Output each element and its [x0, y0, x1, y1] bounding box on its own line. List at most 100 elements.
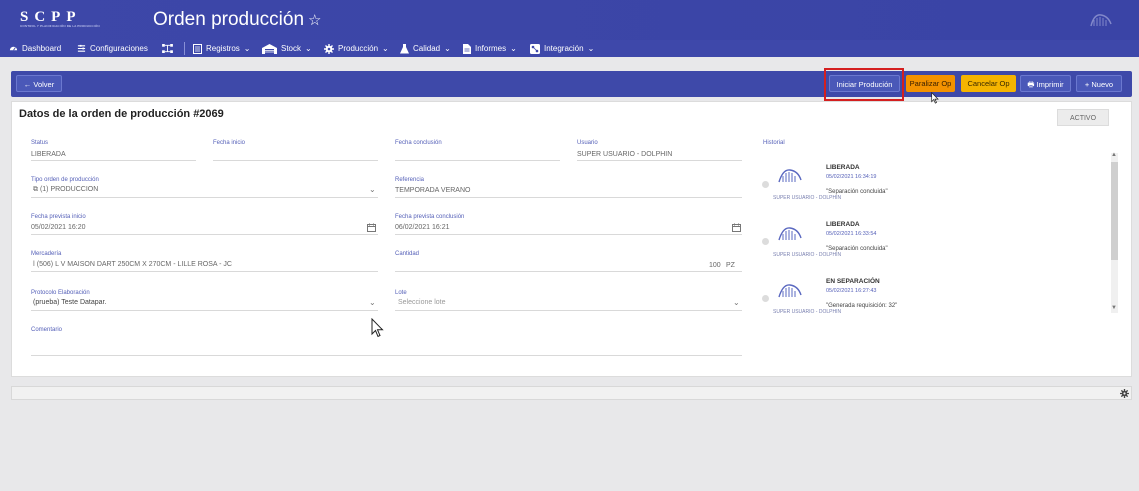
arrow-left-icon: ← — [23, 80, 32, 89]
mercaderia-underline — [31, 271, 378, 272]
nav-registros-label: Registros — [206, 44, 240, 53]
new-label: Nuevo — [1091, 80, 1114, 89]
print-label: Imprimir — [1036, 80, 1064, 89]
star-outline-icon[interactable]: ☆ — [308, 12, 321, 29]
chevron-down-icon[interactable]: ⌄ — [733, 298, 740, 307]
document-icon — [463, 43, 471, 54]
page-title-text: Orden producción — [153, 9, 305, 30]
chevron-down-icon[interactable]: ⌄ — [369, 185, 376, 194]
warehouse-icon — [262, 43, 277, 54]
back-button-label: Volver — [33, 80, 55, 89]
nav-registros[interactable]: Registros ⌄ — [193, 40, 251, 57]
nav-integracion[interactable]: Integración ⌄ — [530, 40, 594, 57]
historial-scrollbar-thumb[interactable] — [1111, 162, 1118, 260]
nav-workflow[interactable] — [162, 40, 173, 57]
calendar-icon[interactable] — [732, 223, 741, 232]
cancel-op-button[interactable]: Cancelar Op — [961, 75, 1016, 92]
mercaderia-label: Mercadería — [31, 251, 62, 257]
lote-underline — [395, 310, 742, 311]
sliders-icon — [77, 44, 86, 52]
workflow-icon — [162, 44, 173, 53]
referencia-value[interactable]: TEMPORADA VERANO — [395, 187, 470, 194]
fecha-prevista-inicio-underline — [31, 234, 378, 235]
fecha-prevista-inicio-label: Fecha prevista inicio — [31, 214, 86, 220]
pause-op-button[interactable]: Paralizar Op — [906, 75, 955, 92]
app-logo[interactable]: SCPP CONTROL Y PLANIFICACIÓN DE LA PRODU… — [20, 10, 102, 30]
dolphin-logo-icon — [1090, 14, 1112, 27]
mouse-cursor-icon — [931, 92, 939, 104]
cantidad-underline — [395, 271, 742, 272]
cantidad-label: Cantidad — [395, 251, 420, 257]
protocolo-value[interactable]: (prueba) Teste Datapar. — [33, 299, 106, 306]
status-underline — [31, 160, 196, 161]
chevron-down-icon: ⌄ — [587, 44, 595, 53]
mercaderia-field[interactable]: ǀ (506) L V MAISON DART 250CM X 270CM - … — [33, 261, 232, 268]
panel-title: Datos de la orden de producción #2069 — [19, 108, 224, 120]
hist-entry-user: SUPER USUARIO - DOLPHIN — [773, 252, 842, 258]
tipo-orden-underline — [31, 197, 378, 198]
nav-integracion-label: Integración — [544, 44, 584, 53]
hist-entry-title: EN SEPARACIÓN — [826, 278, 880, 285]
printer-icon: 🖶 — [1027, 80, 1035, 89]
gear-icon — [324, 43, 334, 54]
comentario-underline — [31, 355, 742, 356]
tipo-orden-select[interactable]: ⧉ (1) PRODUCCION — [33, 186, 98, 194]
fecha-prevista-inicio-value[interactable]: 05/02/2021 16:20 — [31, 224, 86, 231]
new-button[interactable]: + Nuevo — [1076, 75, 1122, 92]
mercaderia-value: (506) L V MAISON DART 250CM X 270CM - LI… — [36, 261, 232, 268]
comentario-label: Comentario — [31, 327, 63, 333]
chevron-down-icon: ⌄ — [382, 44, 389, 53]
nav-produccion[interactable]: Producción ⌄ — [324, 40, 389, 57]
usuario-value: SUPER USUARIO - DOLPHIN — [577, 151, 673, 158]
hist-entry-user: SUPER USUARIO - DOLPHIN — [773, 309, 842, 315]
protocolo-label: Protocolo Elaboración — [31, 290, 90, 296]
fecha-conclusion-underline — [395, 160, 560, 161]
chevron-down-icon: ⌄ — [243, 44, 251, 53]
barcode-icon: ǀ — [33, 261, 35, 268]
calendar-icon[interactable] — [367, 223, 376, 232]
footer-bar — [11, 386, 1132, 400]
chevron-down-icon[interactable]: ⌄ — [369, 298, 376, 307]
timeline-dot — [762, 238, 769, 245]
hist-entry-user: SUPER USUARIO - DOLPHIN — [773, 195, 842, 201]
fecha-inicio-underline — [213, 160, 378, 161]
chevron-down-icon: ⌄ — [510, 44, 517, 53]
cantidad-value[interactable]: 100 — [709, 262, 721, 269]
integration-icon — [530, 43, 540, 54]
scroll-down-icon[interactable]: ▼ — [1111, 305, 1117, 311]
cancel-op-label: Cancelar Op — [967, 79, 1010, 88]
lote-select[interactable]: Seleccione lote — [398, 299, 445, 306]
cantidad-unit: PZ — [726, 262, 735, 269]
nav-informes[interactable]: Informes ⌄ — [463, 40, 517, 57]
chevron-down-icon: ⌄ — [305, 44, 312, 53]
status-label: Status — [31, 140, 49, 146]
tipo-orden-label: Tipo orden de producción — [31, 177, 99, 183]
status-badge: ACTIVO — [1057, 109, 1109, 126]
status-value: LIBERADA — [31, 151, 66, 158]
flask-icon — [400, 43, 409, 53]
page-title: Orden producción ☆ — [153, 9, 322, 31]
nav-dashboard[interactable]: Dashboard — [9, 40, 61, 57]
nav-informes-label: Informes — [475, 44, 507, 53]
chevron-down-icon: ⌄ — [444, 44, 451, 53]
dolphin-logo-icon — [778, 284, 802, 298]
hist-entry-date: 05/02/2021 16:33:54 — [826, 231, 877, 237]
external-link-icon: ⧉ — [33, 186, 38, 193]
fecha-prevista-conclusion-underline — [395, 234, 742, 235]
scroll-up-icon[interactable]: ▲ — [1111, 152, 1117, 158]
tipo-orden-value: (1) PRODUCCION — [39, 186, 99, 193]
fecha-inicio-label: Fecha inicio — [213, 140, 246, 146]
fecha-conclusion-label: Fecha conclusión — [395, 140, 442, 146]
nav-stock[interactable]: Stock ⌄ — [262, 40, 312, 57]
nav-configuraciones[interactable]: Configuraciones — [77, 40, 148, 57]
nav-calidad[interactable]: Calidad ⌄ — [400, 40, 451, 57]
gear-icon[interactable] — [1120, 389, 1129, 398]
back-button[interactable]: ← Volver — [16, 75, 62, 92]
nav-stock-label: Stock — [281, 44, 302, 53]
highlight-box — [824, 68, 904, 101]
print-button[interactable]: 🖶 Imprimir — [1020, 75, 1071, 92]
nav-separator — [184, 42, 185, 55]
dashboard-icon — [9, 46, 18, 51]
pause-op-label: Paralizar Op — [909, 79, 952, 88]
fecha-prevista-conclusion-value[interactable]: 06/02/2021 16:21 — [395, 224, 450, 231]
